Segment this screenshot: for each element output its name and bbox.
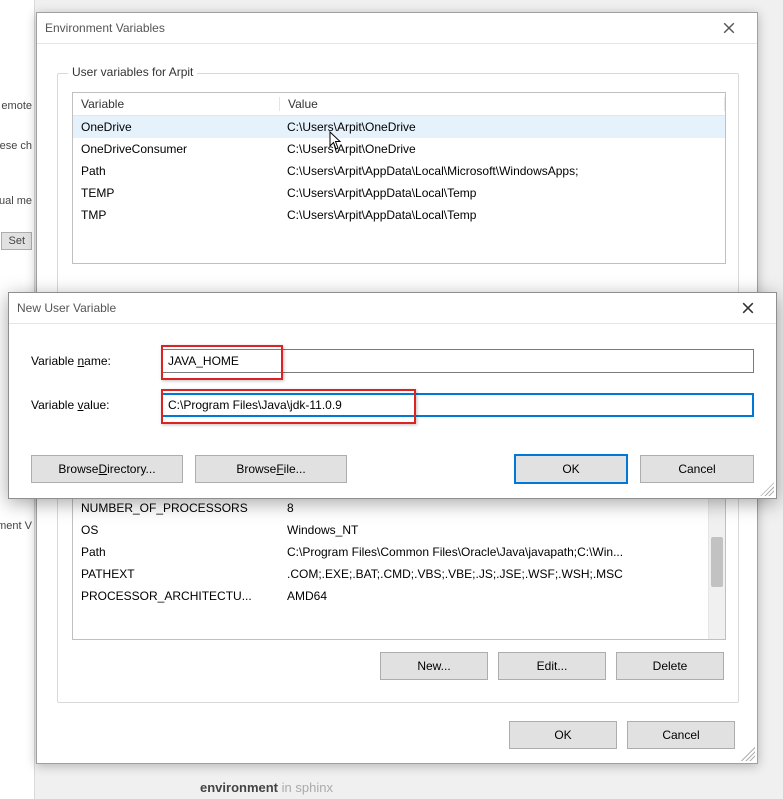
cell-value: .COM;.EXE;.BAT;.CMD;.VBS;.VBE;.JS;.JSE;.…: [279, 567, 725, 581]
nuv-titlebar: New User Variable: [9, 293, 776, 324]
env-close-button[interactable]: [709, 14, 749, 42]
cell-variable: Path: [73, 545, 279, 559]
browse-directory-button[interactable]: Browse Directory...: [31, 455, 183, 483]
cell-value: C:\Users\Arpit\AppData\Local\Microsoft\W…: [279, 164, 725, 178]
sys-new-button[interactable]: New...: [380, 652, 488, 680]
cell-variable: Path: [73, 164, 279, 178]
variable-value-input[interactable]: [161, 393, 754, 417]
cell-variable: PATHEXT: [73, 567, 279, 581]
cell-value: 8: [279, 501, 725, 515]
env-titlebar: Environment Variables: [37, 13, 757, 44]
cell-value: AMD64: [279, 589, 725, 603]
nuv-ok-button[interactable]: OK: [514, 454, 628, 484]
table-row[interactable]: TEMPC:\Users\Arpit\AppData\Local\Temp: [73, 182, 725, 204]
nuv-cancel-button[interactable]: Cancel: [640, 455, 754, 483]
variable-name-input[interactable]: [161, 349, 754, 373]
cell-variable: NUMBER_OF_PROCESSORS: [73, 501, 279, 515]
cell-value: Windows_NT: [279, 523, 725, 537]
bottom-fragment: environment in sphinx: [200, 780, 333, 795]
table-row[interactable]: TMPC:\Users\Arpit\AppData\Local\Temp: [73, 204, 725, 226]
sys-edit-button[interactable]: Edit...: [498, 652, 606, 680]
cell-value: C:\Users\Arpit\OneDrive: [279, 142, 725, 156]
browse-file-button[interactable]: Browse File...: [195, 455, 347, 483]
table-row[interactable]: OSWindows_NT: [73, 519, 725, 541]
close-icon: [723, 22, 735, 34]
variable-value-label: Variable value:: [31, 398, 161, 412]
cell-value: C:\Program Files\Common Files\Oracle\Jav…: [279, 545, 725, 559]
resize-grip[interactable]: [760, 482, 774, 496]
cell-variable: OS: [73, 523, 279, 537]
new-user-variable-window: New User Variable Variable name: Variabl…: [8, 292, 777, 499]
col-header-value[interactable]: Value: [280, 97, 725, 111]
variable-name-label: Variable name:: [31, 354, 161, 368]
scrollbar-thumb[interactable]: [711, 537, 723, 587]
user-variables-table[interactable]: Variable Value OneDriveC:\Users\Arpit\On…: [72, 92, 726, 264]
col-header-variable[interactable]: Variable: [73, 97, 280, 111]
table-row[interactable]: OneDriveC:\Users\Arpit\OneDrive: [73, 116, 725, 138]
bg-text: ment V: [0, 520, 32, 532]
cell-value: C:\Users\Arpit\AppData\Local\Temp: [279, 186, 725, 200]
bg-text: ese ch: [0, 140, 32, 152]
cell-variable: OneDrive: [73, 120, 279, 134]
env-title: Environment Variables: [45, 21, 709, 35]
bg-text: ual me: [0, 195, 32, 207]
table-row[interactable]: PathC:\Program Files\Common Files\Oracle…: [73, 541, 725, 563]
sys-delete-button[interactable]: Delete: [616, 652, 724, 680]
table-row[interactable]: PathC:\Users\Arpit\AppData\Local\Microso…: [73, 160, 725, 182]
table-row[interactable]: PROCESSOR_ARCHITECTU...AMD64: [73, 585, 725, 607]
table-header: Variable Value: [73, 93, 725, 116]
env-cancel-button[interactable]: Cancel: [627, 721, 735, 749]
system-variables-table[interactable]: NUMBER_OF_PROCESSORS8OSWindows_NTPathC:\…: [72, 496, 726, 640]
close-icon: [742, 302, 754, 314]
nuv-close-button[interactable]: [728, 294, 768, 322]
bg-text: emote: [1, 100, 32, 112]
scrollbar[interactable]: [708, 497, 725, 639]
user-variables-group-label: User variables for Arpit: [68, 65, 197, 79]
table-row[interactable]: PATHEXT.COM;.EXE;.BAT;.CMD;.VBS;.VBE;.JS…: [73, 563, 725, 585]
table-row[interactable]: NUMBER_OF_PROCESSORS8: [73, 497, 725, 519]
cell-variable: TMP: [73, 208, 279, 222]
cell-value: C:\Users\Arpit\AppData\Local\Temp: [279, 208, 725, 222]
cell-value: C:\Users\Arpit\OneDrive: [279, 120, 725, 134]
resize-grip[interactable]: [741, 747, 755, 761]
cell-variable: OneDriveConsumer: [73, 142, 279, 156]
bg-set-button[interactable]: Set: [1, 232, 32, 250]
env-ok-button[interactable]: OK: [509, 721, 617, 749]
table-row[interactable]: OneDriveConsumerC:\Users\Arpit\OneDrive: [73, 138, 725, 160]
cell-variable: TEMP: [73, 186, 279, 200]
nuv-title: New User Variable: [17, 301, 728, 315]
cell-variable: PROCESSOR_ARCHITECTU...: [73, 589, 279, 603]
